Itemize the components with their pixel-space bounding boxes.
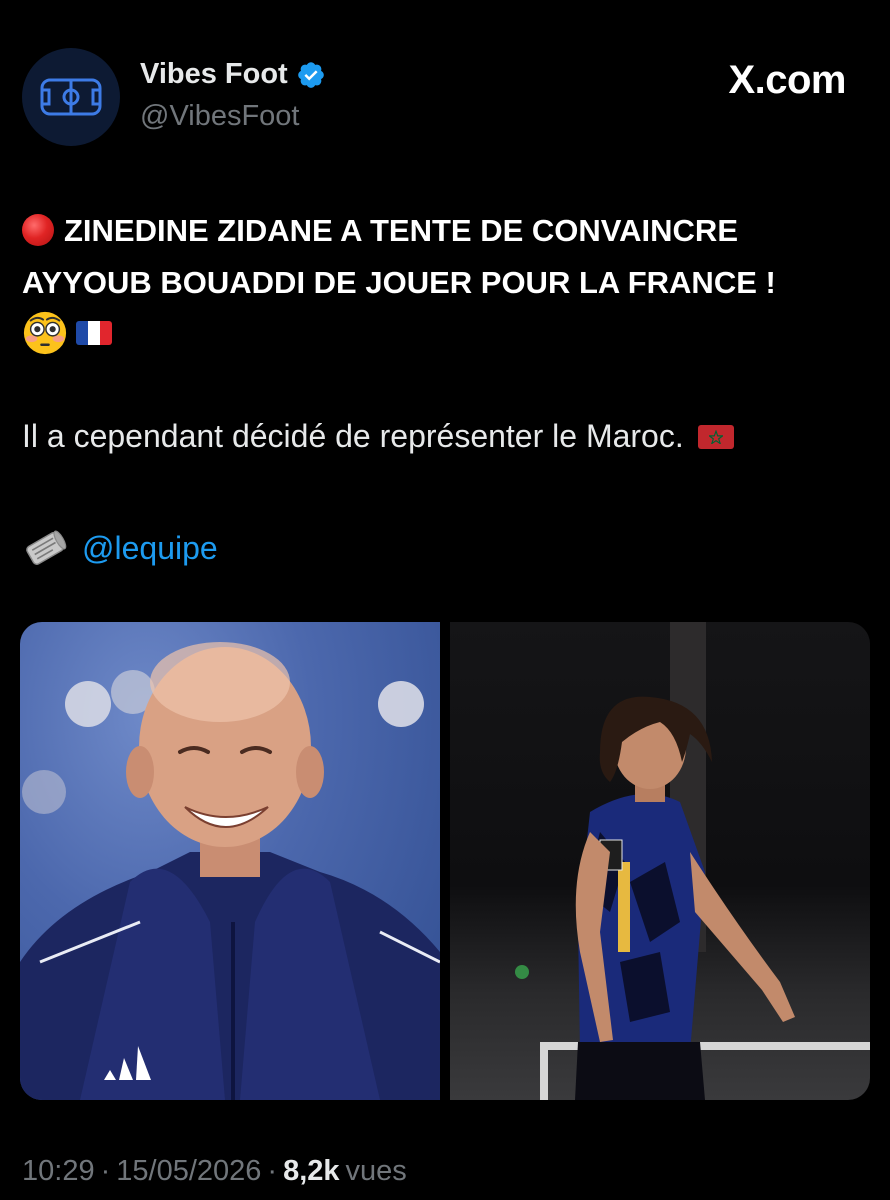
- site-label: X.com: [728, 58, 846, 102]
- emoji-row: [22, 310, 112, 356]
- post-headline: ZINEDINE ZIDANE A TENTE DE CONVAINCRE AY…: [22, 213, 776, 300]
- post-headline-block: ZINEDINE ZIDANE A TENTE DE CONVAINCRE AY…: [22, 205, 867, 309]
- zidane-illustration: [20, 642, 440, 1100]
- red-circle-icon: [22, 214, 54, 246]
- source-mention-link[interactable]: @lequipe: [82, 530, 218, 567]
- post-meta: 10:29 · 15/05/2026 · 8,2k vues: [22, 1155, 407, 1188]
- post-secondary-line: Il a cependant décidé de représenter le …: [22, 418, 734, 455]
- bouaddi-photo[interactable]: [450, 622, 870, 1100]
- zidane-photo[interactable]: [20, 622, 440, 1100]
- author-display-name[interactable]: Vibes Foot: [140, 58, 288, 91]
- post-date[interactable]: 15/05/2026: [116, 1155, 261, 1188]
- france-flag-icon: [76, 321, 112, 345]
- views-count: 8,2k: [283, 1155, 340, 1187]
- verified-badge-icon: [297, 61, 324, 88]
- post-secondary-text: Il a cependant décidé de représenter le …: [22, 418, 684, 454]
- meta-separator: ·: [100, 1155, 111, 1187]
- post-card: Vibes Foot @VibesFoot X.com ZINEDINE ZID…: [0, 0, 890, 1200]
- flushed-face-icon: [23, 311, 67, 355]
- post-time[interactable]: 10:29: [22, 1155, 95, 1188]
- views-label: vues: [345, 1155, 407, 1187]
- source-row: @lequipe: [22, 527, 218, 569]
- bouaddi-illustration: [515, 622, 870, 1100]
- football-pitch-icon: [40, 78, 102, 116]
- media-grid: [20, 622, 870, 1100]
- author-handle[interactable]: @VibesFoot: [140, 100, 300, 133]
- profile-avatar[interactable]: [22, 48, 120, 146]
- meta-separator: ·: [267, 1155, 278, 1187]
- morocco-flag-icon: [697, 424, 734, 449]
- newspaper-icon: [26, 530, 67, 565]
- author-name-row[interactable]: Vibes Foot: [140, 58, 326, 91]
